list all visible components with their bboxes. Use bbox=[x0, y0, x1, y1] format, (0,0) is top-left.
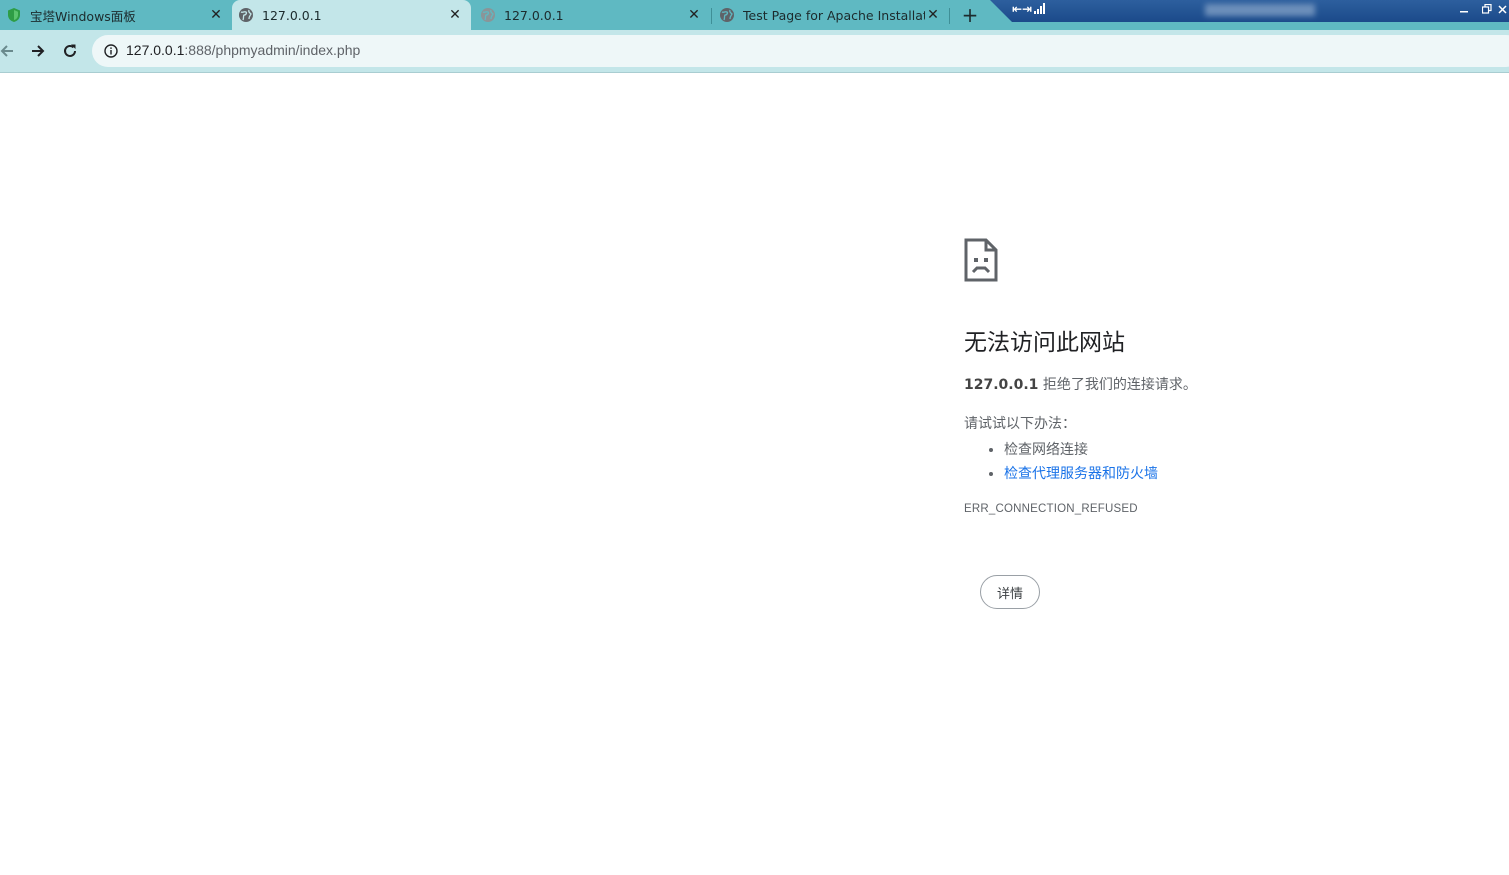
sad-page-icon bbox=[964, 238, 998, 282]
shield-favicon-icon bbox=[6, 7, 22, 23]
error-code: ERR_CONNECTION_REFUSED bbox=[964, 503, 1138, 515]
back-button[interactable] bbox=[0, 38, 20, 64]
tab-separator bbox=[949, 8, 950, 24]
close-window-icon[interactable] bbox=[1496, 1, 1509, 17]
new-tab-button[interactable]: + bbox=[958, 3, 982, 27]
pin-icon[interactable]: ⇤⇥ bbox=[1012, 1, 1032, 17]
tab-127-active[interactable]: 127.0.0.1 ✕ bbox=[232, 0, 471, 30]
minimize-icon[interactable] bbox=[1457, 1, 1471, 17]
tab-title: 127.0.0.1 bbox=[504, 7, 564, 23]
globe-favicon-icon bbox=[480, 7, 496, 23]
close-icon[interactable]: ✕ bbox=[925, 7, 941, 23]
restore-icon[interactable] bbox=[1480, 1, 1494, 17]
details-button[interactable]: 详情 bbox=[980, 575, 1040, 609]
tab-title: Test Page for Apache Installat bbox=[743, 7, 925, 23]
tab-title: 宝塔Windows面板 bbox=[30, 8, 136, 24]
suggestion-check-proxy-firewall: 检查代理服务器和防火墙 bbox=[1004, 462, 1158, 486]
tab-apache-test[interactable]: Test Page for Apache Installat ✕ bbox=[713, 0, 949, 30]
url-host: 127.0.0.1 bbox=[126, 42, 185, 58]
signal-strength-icon bbox=[1034, 3, 1045, 14]
close-icon[interactable]: ✕ bbox=[447, 7, 463, 23]
page-content bbox=[0, 73, 1509, 875]
tab-title: 127.0.0.1 bbox=[262, 7, 322, 23]
tab-127-second[interactable]: 127.0.0.1 ✕ bbox=[474, 0, 710, 30]
forward-button[interactable] bbox=[25, 38, 51, 64]
error-description: 127.0.0.1 拒绝了我们的连接请求。 bbox=[964, 375, 1197, 395]
error-title: 无法访问此网站 bbox=[964, 330, 1125, 356]
suggestions-heading: 请试试以下办法： bbox=[964, 416, 1076, 432]
browser-toolbar: 127.0.0.1:888/phpmyadmin/index.php bbox=[0, 30, 1509, 73]
url-text[interactable]: 127.0.0.1:888/phpmyadmin/index.php bbox=[126, 42, 360, 58]
globe-favicon-icon bbox=[238, 7, 254, 23]
tab-strip: 宝塔Windows面板 ✕ 127.0.0.1 ✕ 127.0.0.1 ✕ Te… bbox=[0, 0, 1509, 30]
proxy-firewall-link[interactable]: 检查代理服务器和防火墙 bbox=[1004, 466, 1158, 482]
reload-button[interactable] bbox=[57, 38, 83, 64]
arrow-right-icon bbox=[32, 45, 45, 57]
suggestions-list: 检查网络连接 检查代理服务器和防火墙 bbox=[964, 438, 1158, 486]
close-icon[interactable]: ✕ bbox=[686, 7, 702, 23]
error-message: 拒绝了我们的连接请求。 bbox=[1038, 377, 1197, 393]
close-icon[interactable]: ✕ bbox=[208, 7, 224, 23]
suggestion-text: 检查网络连接 bbox=[1004, 442, 1088, 458]
arrow-left-icon bbox=[0, 45, 13, 57]
info-icon[interactable] bbox=[104, 44, 118, 58]
reload-icon bbox=[64, 44, 76, 57]
connection-name-redacted bbox=[1205, 4, 1315, 16]
suggestion-check-network: 检查网络连接 bbox=[1004, 438, 1158, 462]
url-path: :888/phpmyadmin/index.php bbox=[184, 42, 361, 58]
address-bar[interactable]: 127.0.0.1:888/phpmyadmin/index.php bbox=[92, 35, 1509, 67]
tab-baota-panel[interactable]: 宝塔Windows面板 ✕ bbox=[0, 0, 232, 30]
globe-favicon-icon bbox=[719, 7, 735, 23]
tab-separator bbox=[711, 8, 712, 24]
error-host: 127.0.0.1 bbox=[964, 377, 1039, 393]
